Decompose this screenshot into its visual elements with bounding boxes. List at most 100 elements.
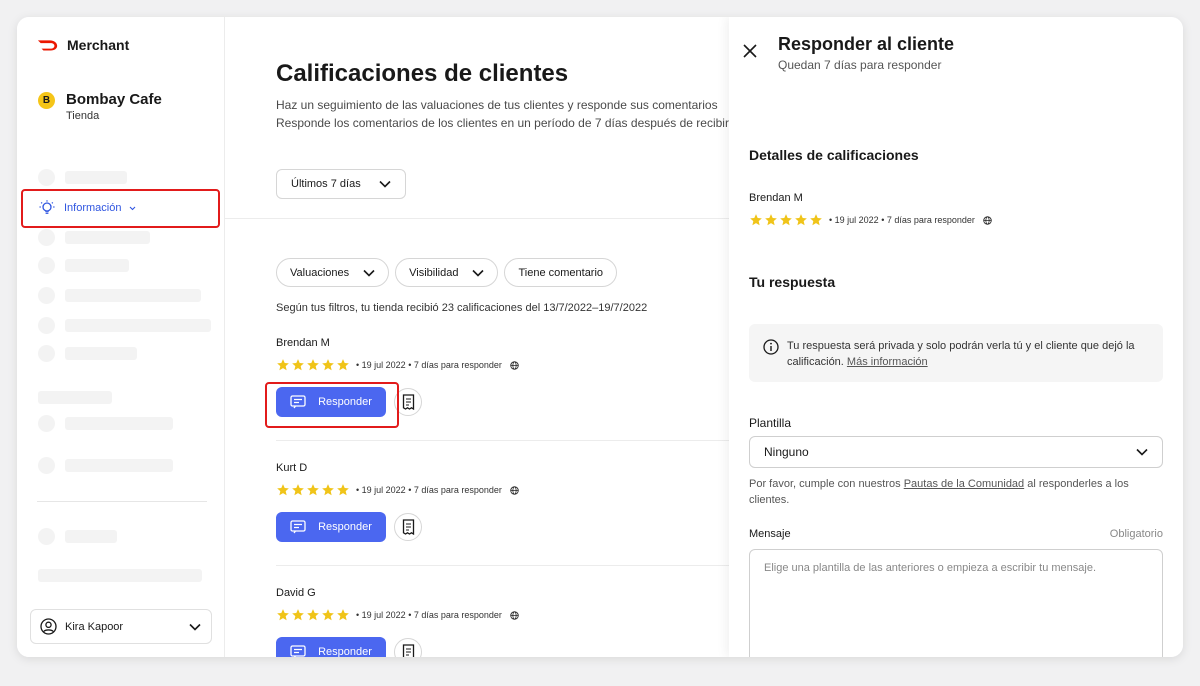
panel-subtitle: Quedan 7 días para responder: [778, 58, 942, 72]
rating-row: • 19 jul 2022 • 7 días para responder: [749, 212, 1149, 228]
star-icon: [292, 359, 304, 371]
subtitle-line: Responde los comentarios de los clientes…: [276, 116, 745, 130]
privacy-notice: Tu respuesta será privada y solo podrán …: [749, 324, 1163, 382]
respond-button-label: Responder: [318, 521, 372, 533]
rating-row: • 19 jul 2022 • 7 días para responder: [276, 357, 745, 373]
receipt-icon: [402, 644, 414, 657]
star-rating: [749, 213, 823, 227]
respond-panel: Responder al cliente Quedan 7 días para …: [729, 17, 1183, 657]
filter-tiene-comentario[interactable]: Tiene comentario: [504, 258, 618, 287]
respond-button[interactable]: Responder: [276, 637, 386, 657]
receipt-icon: [402, 394, 414, 410]
review-meta: • 19 jul 2022 • 7 días para responder: [356, 485, 502, 495]
section-title: Tu respuesta: [749, 274, 836, 290]
divider: [276, 565, 745, 566]
filter-label: Tiene comentario: [518, 266, 604, 279]
message-label: Mensaje: [749, 528, 791, 540]
subtitle-line: Haz un seguimiento de las valuaciones de…: [276, 98, 718, 112]
star-icon: [277, 359, 289, 371]
respond-button-label: Responder: [318, 646, 372, 657]
star-rating: [276, 608, 350, 622]
star-icon: [810, 214, 822, 226]
nav-placeholder: [65, 231, 150, 244]
review-meta: • 19 jul 2022 • 7 días para responder: [356, 360, 502, 370]
filter-label: Valuaciones: [290, 266, 350, 279]
receipt-icon: [402, 519, 414, 535]
close-icon[interactable]: [742, 43, 758, 59]
divider: [225, 218, 745, 219]
order-details-button[interactable]: [394, 513, 422, 541]
nav-placeholder: [65, 347, 137, 360]
user-name: Kira Kapoor: [65, 620, 124, 633]
star-icon: [292, 609, 304, 621]
filter-chips: Valuaciones Visibilidad Tiene comentario: [276, 258, 618, 287]
store-switcher[interactable]: B Bombay Cafe Tienda: [38, 91, 162, 122]
nav-placeholder: [65, 319, 211, 332]
star-icon: [307, 609, 319, 621]
message-icon: [290, 520, 306, 534]
review-item: Kurt D • 19 jul 2022 • 7 días para respo…: [276, 462, 745, 542]
info-icon: [763, 339, 779, 355]
filter-visibilidad[interactable]: Visibilidad: [395, 258, 499, 287]
nav-placeholder: [65, 417, 173, 430]
template-value: Ninguno: [764, 445, 809, 459]
page-title: Calificaciones de clientes: [276, 60, 569, 87]
review-meta: • 19 jul 2022 • 7 días para responder: [356, 610, 502, 620]
user-menu[interactable]: Kira Kapoor: [30, 609, 212, 644]
nav-placeholder-icon: [38, 169, 55, 186]
respond-button[interactable]: Responder: [276, 512, 386, 542]
community-guidelines-link[interactable]: Pautas de la Comunidad: [904, 478, 1024, 490]
chevron-down-icon: [363, 269, 375, 277]
nav-placeholder: [65, 171, 127, 184]
nav-placeholder-icon: [38, 317, 55, 334]
section-title: Detalles de calificaciones: [749, 147, 919, 163]
message-textarea[interactable]: Elige una plantilla de las anteriores o …: [749, 549, 1163, 657]
chevron-down-icon: [189, 623, 201, 631]
star-icon: [322, 609, 334, 621]
star-icon: [307, 359, 319, 371]
date-range-value: Últimos 7 días: [291, 178, 361, 190]
brand[interactable]: Merchant: [37, 37, 129, 53]
reviewer-name: Brendan M: [276, 337, 330, 349]
sidebar: Merchant B Bombay Cafe Tienda Informació…: [17, 17, 225, 657]
star-icon: [292, 484, 304, 496]
filter-summary: Según tus filtros, tu tienda recibió 23 …: [276, 302, 648, 314]
message-icon: [290, 645, 306, 657]
template-label: Plantilla: [749, 416, 792, 430]
chevron-down-icon: [1136, 448, 1148, 456]
nav-placeholder: [65, 530, 117, 543]
highlight-box: [21, 189, 220, 228]
nav-section-placeholder: [38, 391, 112, 404]
date-range-dropdown[interactable]: Últimos 7 días: [276, 169, 406, 199]
nav-placeholder-icon: [38, 257, 55, 274]
filter-valuaciones[interactable]: Valuaciones: [276, 258, 390, 287]
globe-icon: [510, 610, 519, 620]
nav-placeholder-icon: [38, 457, 55, 474]
order-details-button[interactable]: [394, 638, 422, 657]
star-rating: [276, 358, 350, 372]
filter-label: Visibilidad: [409, 266, 459, 279]
globe-icon: [983, 215, 992, 225]
globe-icon: [510, 485, 519, 495]
more-info-link[interactable]: Más información: [847, 356, 928, 368]
template-select[interactable]: Ninguno: [749, 436, 1163, 468]
store-type: Tienda: [66, 110, 100, 122]
review-item: David G • 19 jul 2022 • 7 días para resp…: [276, 587, 745, 657]
star-icon: [277, 609, 289, 621]
divider: [276, 440, 745, 441]
nav-placeholder-icon: [38, 528, 55, 545]
nav-placeholder: [65, 459, 173, 472]
message-placeholder: Elige una plantilla de las anteriores o …: [764, 562, 1097, 574]
star-icon: [337, 359, 349, 371]
review-meta: • 19 jul 2022 • 7 días para responder: [829, 215, 975, 225]
panel-title: Responder al cliente: [778, 34, 955, 54]
star-icon: [277, 484, 289, 496]
star-icon: [337, 609, 349, 621]
reviewer-name: Kurt D: [276, 462, 308, 474]
main-content: Calificaciones de clientes Haz un seguim…: [225, 17, 745, 657]
store-name: Bombay Cafe: [66, 91, 162, 108]
reviewer-name: David G: [276, 587, 316, 599]
nav-placeholder: [65, 289, 201, 302]
page-subtitle: Haz un seguimiento de las valuaciones de…: [276, 96, 744, 132]
star-icon: [322, 484, 334, 496]
